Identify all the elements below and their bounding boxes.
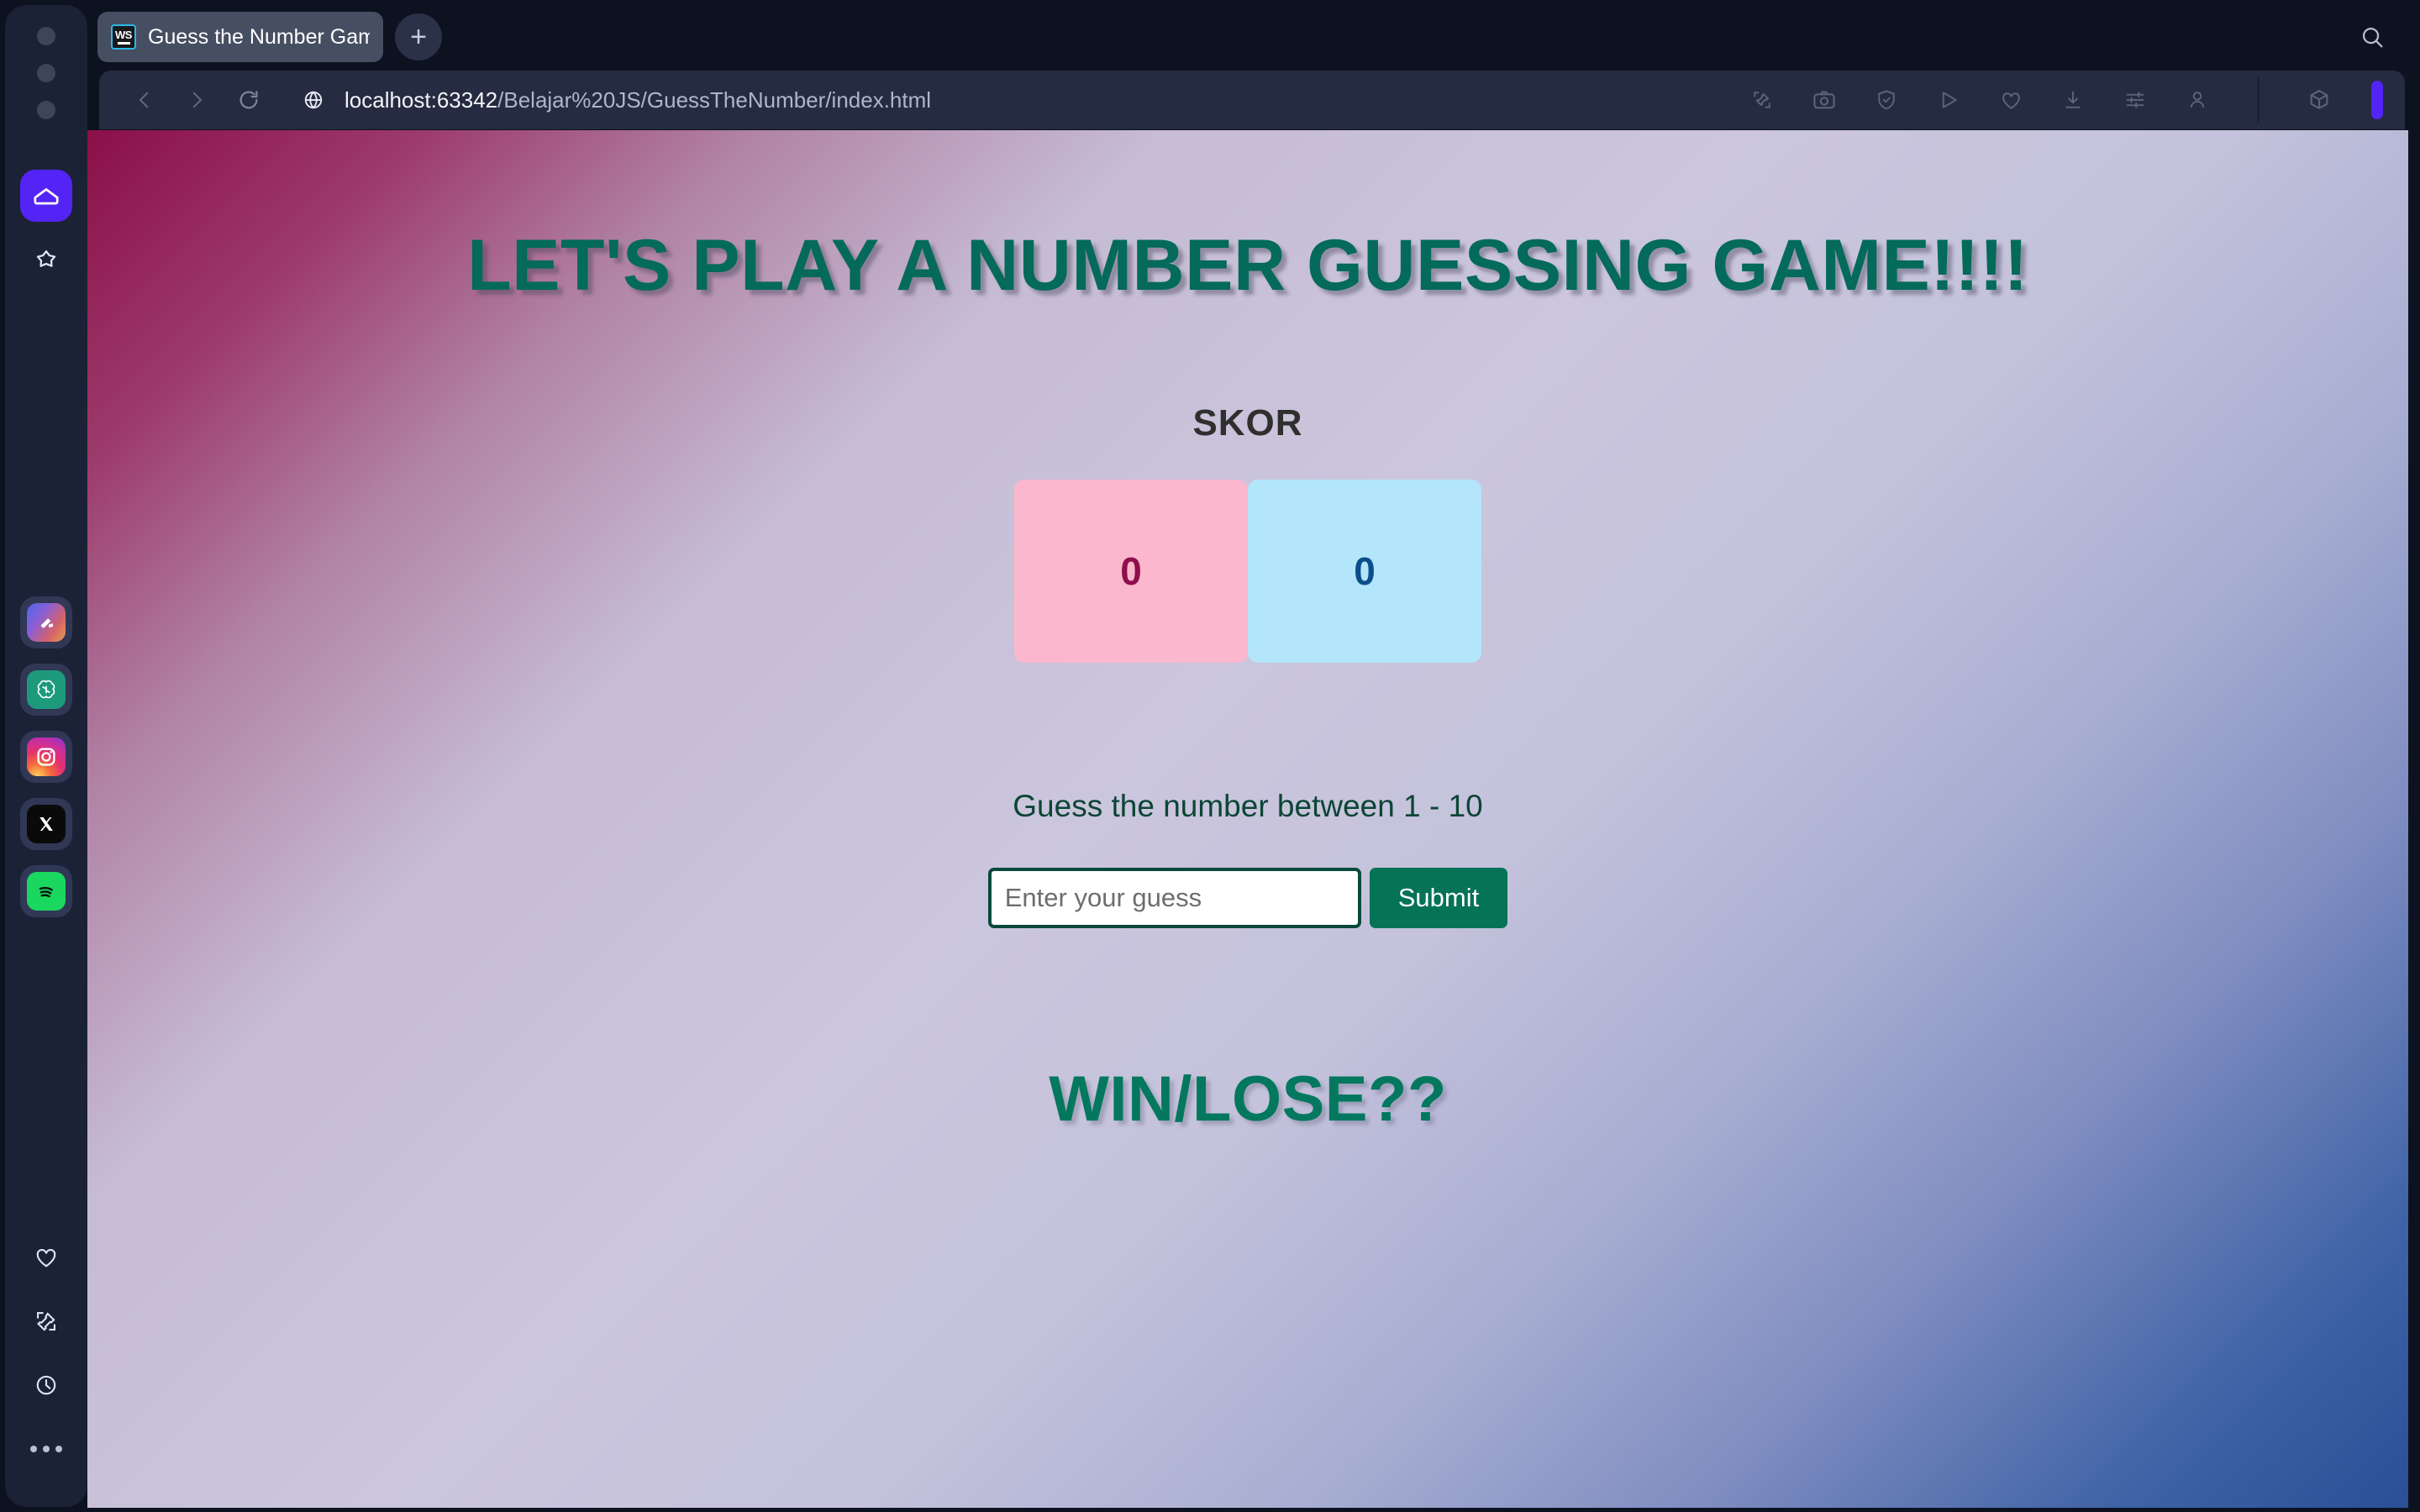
window-controls <box>37 27 55 119</box>
window-minimize-button[interactable] <box>37 64 55 82</box>
url-path: /Belajar%20JS/GuessTheNumber/index.html <box>497 87 932 113</box>
favorite-button[interactable] <box>1994 83 2028 117</box>
new-tab-button[interactable]: + <box>395 13 442 60</box>
window-maximize-button[interactable] <box>37 101 55 119</box>
left-sidebar <box>5 5 87 1507</box>
forward-button[interactable] <box>180 83 213 117</box>
sidebar-item-pinned[interactable] <box>20 1300 72 1342</box>
download-icon <box>2060 87 2086 113</box>
search-icon <box>2358 23 2386 51</box>
shield-check-icon <box>1874 87 1899 113</box>
globe-icon <box>301 87 326 113</box>
computer-score-box: 0 <box>1248 480 1481 663</box>
shield-button[interactable] <box>1870 83 1903 117</box>
url-text[interactable]: localhost:63342/Belajar%20JS/GuessTheNum… <box>345 87 931 113</box>
sidebar-app-chatgpt[interactable] <box>20 664 72 716</box>
claude-app-icon <box>27 603 66 642</box>
sidebar-app-claude[interactable] <box>20 596 72 648</box>
webstorm-ws-icon: WS <box>111 24 136 50</box>
sliders-icon <box>2123 87 2148 113</box>
x-app-icon <box>27 805 66 843</box>
downloads-button[interactable] <box>2056 83 2090 117</box>
tab-search-button[interactable] <box>2358 23 2386 51</box>
result-text: WIN/LOSE?? <box>1049 1063 1447 1135</box>
send-button[interactable] <box>1932 83 1965 117</box>
sidebar-bottom-group <box>20 1236 72 1470</box>
guess-game-page: LET'S PLAY A NUMBER GUESSING GAME!!!! SK… <box>87 130 2408 1508</box>
edit-pin-icon <box>1749 87 1775 113</box>
sidebar-item-home[interactable] <box>20 170 72 222</box>
score-section-label: SKOR <box>1192 402 1303 444</box>
reload-button[interactable] <box>232 83 266 117</box>
pin-icon <box>32 1307 60 1336</box>
browser-window: WS Guess the Number Game + localhost:633… <box>0 0 2420 1512</box>
more-dots-icon <box>30 1446 62 1452</box>
address-bar: localhost:63342/Belajar%20JS/GuessTheNum… <box>99 71 2405 129</box>
toolbar-divider <box>2258 78 2259 122</box>
cube-icon <box>2306 87 2333 113</box>
settings-button[interactable] <box>2118 83 2152 117</box>
heart-icon <box>1998 87 2024 113</box>
send-icon <box>1936 87 1961 113</box>
annotate-button[interactable] <box>1745 83 1779 117</box>
player-score-box: 0 <box>1014 480 1248 663</box>
chevron-right-icon <box>184 87 209 113</box>
camera-icon <box>1811 87 1838 113</box>
extensions-button[interactable] <box>2302 83 2336 117</box>
navigation-buttons <box>128 83 266 117</box>
extension-indicator[interactable] <box>2371 81 2383 119</box>
sidebar-app-spotify[interactable] <box>20 865 72 917</box>
url-host: localhost:63342 <box>345 87 498 113</box>
sidebar-item-more[interactable] <box>20 1428 72 1470</box>
reload-icon <box>235 87 262 113</box>
screenshot-button[interactable] <box>1807 83 1841 117</box>
chatgpt-app-icon <box>27 670 66 709</box>
computer-score-value: 0 <box>1354 549 1376 593</box>
sidebar-apps-group <box>20 596 72 917</box>
guess-input[interactable] <box>987 868 1361 928</box>
page-title: LET'S PLAY A NUMBER GUESSING GAME!!!! <box>467 225 2028 306</box>
sidebar-app-x[interactable] <box>20 798 72 850</box>
player-score-value: 0 <box>1120 549 1142 593</box>
back-button[interactable] <box>128 83 161 117</box>
score-row: 0 0 <box>1014 480 1481 663</box>
guess-prompt: Guess the number between 1 - 10 <box>1013 789 1483 823</box>
instagram-app-icon <box>27 738 66 776</box>
browser-tab[interactable]: WS Guess the Number Game <box>97 12 383 62</box>
sidebar-item-bookmarks[interactable] <box>20 234 72 286</box>
site-info-button[interactable] <box>301 87 326 113</box>
clock-icon <box>32 1371 60 1399</box>
user-icon <box>2185 87 2210 113</box>
chevron-left-icon <box>132 87 157 113</box>
sidebar-item-favorites[interactable] <box>20 1236 72 1278</box>
browser-toolbar <box>1745 78 2388 122</box>
star-icon <box>31 244 61 275</box>
sidebar-app-instagram[interactable] <box>20 731 72 783</box>
sidebar-top-group <box>20 170 72 286</box>
tab-title: Guess the Number Game <box>148 24 370 49</box>
guess-form: Submit <box>987 868 1508 928</box>
heart-icon <box>32 1243 60 1272</box>
home-icon <box>31 181 61 211</box>
spotify-app-icon <box>27 872 66 911</box>
profile-button[interactable] <box>2181 83 2214 117</box>
sidebar-item-history[interactable] <box>20 1364 72 1406</box>
tab-strip: WS Guess the Number Game + <box>87 0 2420 74</box>
window-close-button[interactable] <box>37 27 55 45</box>
page-viewport: LET'S PLAY A NUMBER GUESSING GAME!!!! SK… <box>87 130 2408 1508</box>
submit-button[interactable]: Submit <box>1369 868 1508 928</box>
